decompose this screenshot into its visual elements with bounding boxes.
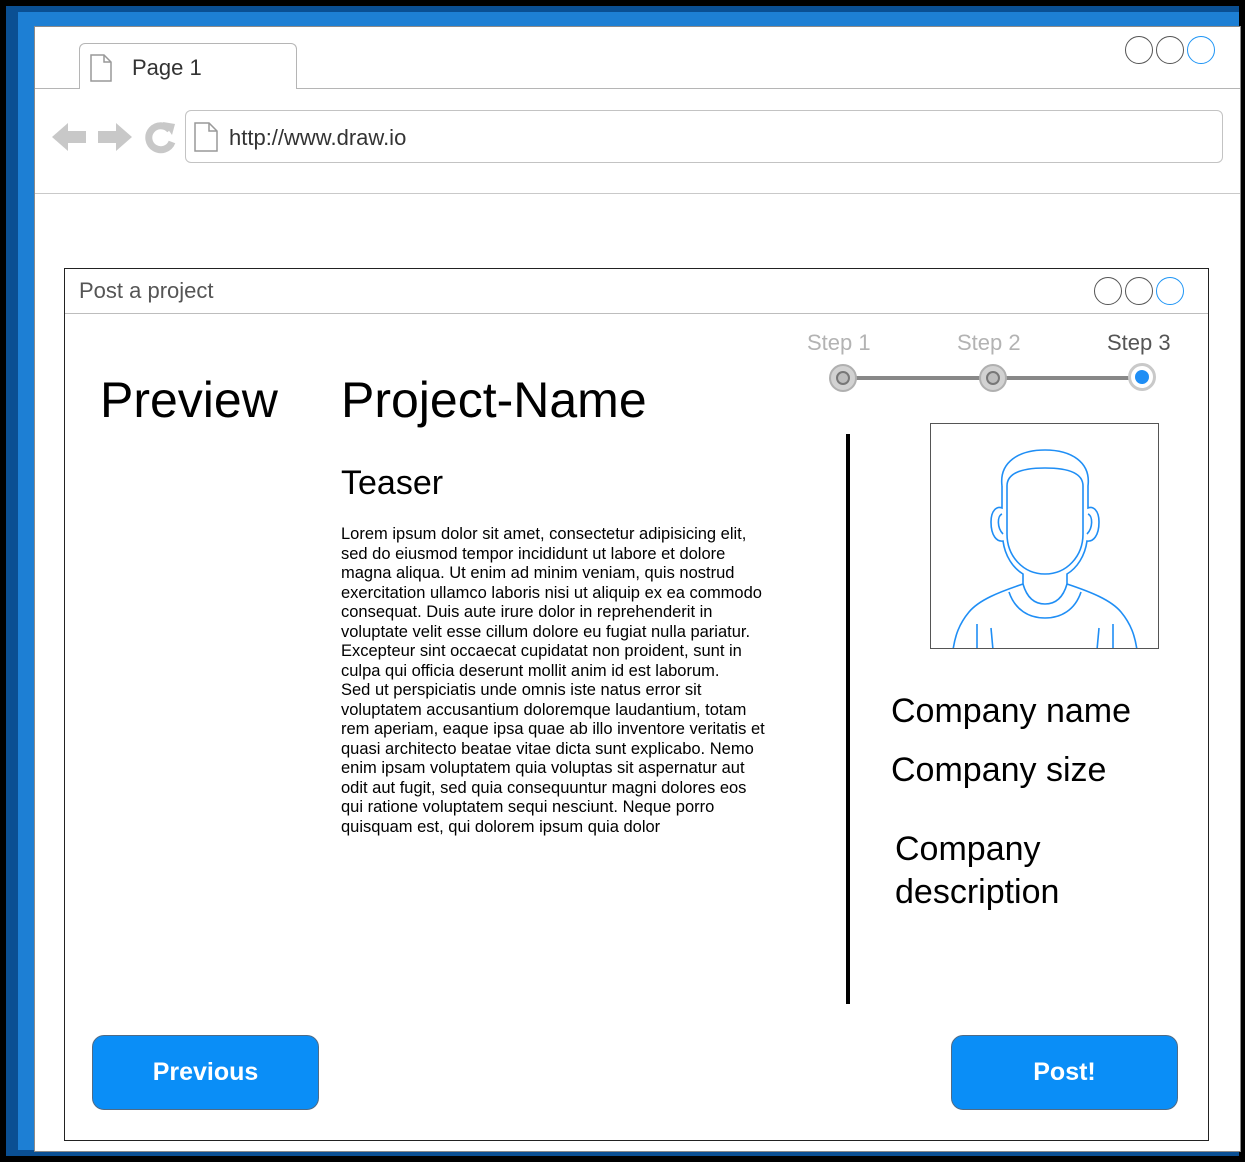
- preview-heading: Preview: [100, 372, 278, 428]
- teaser-heading: Teaser: [341, 464, 444, 502]
- step-1-dot[interactable]: [829, 364, 857, 392]
- company-name-label: Company name: [891, 692, 1132, 730]
- step-1-label: Step 1: [807, 330, 871, 355]
- reload-icon[interactable]: [142, 118, 178, 161]
- dialog-title-divider: [65, 313, 1208, 314]
- project-name: Project-Name: [341, 372, 647, 428]
- post-button[interactable]: Post!: [951, 1035, 1178, 1110]
- tab-divider: [35, 88, 79, 89]
- vertical-divider: [846, 434, 850, 1004]
- maximize-button[interactable]: [1156, 36, 1184, 64]
- tab-divider: [297, 88, 1240, 89]
- url-text: http://www.draw.io: [229, 125, 407, 150]
- browser-tab[interactable]: Page 1: [79, 43, 297, 89]
- company-size-label: Company size: [891, 751, 1107, 789]
- dialog-title: Post a project: [79, 278, 214, 303]
- step-2-dot[interactable]: [979, 364, 1007, 392]
- company-description-label: Company description: [895, 830, 1060, 911]
- minimize-button[interactable]: [1125, 36, 1153, 64]
- step-2-label: Step 2: [957, 330, 1021, 355]
- browser-window-controls: [1125, 36, 1215, 64]
- project-description: Lorem ipsum dolor sit amet, consectetur …: [341, 525, 766, 837]
- forward-arrow-icon[interactable]: [96, 118, 134, 161]
- step-3-label: Step 3: [1107, 330, 1171, 355]
- description-paragraph: Sed ut perspiciatis unde omnis iste natu…: [341, 681, 765, 836]
- address-bar[interactable]: http://www.draw.io: [185, 110, 1223, 163]
- dialog-window-controls: [1094, 277, 1184, 305]
- step-3-dot[interactable]: [1128, 363, 1156, 391]
- back-arrow-icon[interactable]: [50, 118, 88, 161]
- toolbar-divider: [35, 193, 1240, 194]
- previous-button[interactable]: Previous: [92, 1035, 319, 1110]
- dialog-minimize-button[interactable]: [1094, 277, 1122, 305]
- description-paragraph: Lorem ipsum dolor sit amet, consectetur …: [341, 525, 762, 680]
- nav-buttons: [50, 118, 178, 161]
- page-icon: [194, 122, 218, 157]
- dialog-maximize-button[interactable]: [1125, 277, 1153, 305]
- user-avatar-icon: [930, 423, 1159, 649]
- page-icon: [90, 54, 112, 87]
- close-button[interactable]: [1187, 36, 1215, 64]
- tab-label: Page 1: [132, 55, 202, 80]
- dialog-close-button[interactable]: [1156, 277, 1184, 305]
